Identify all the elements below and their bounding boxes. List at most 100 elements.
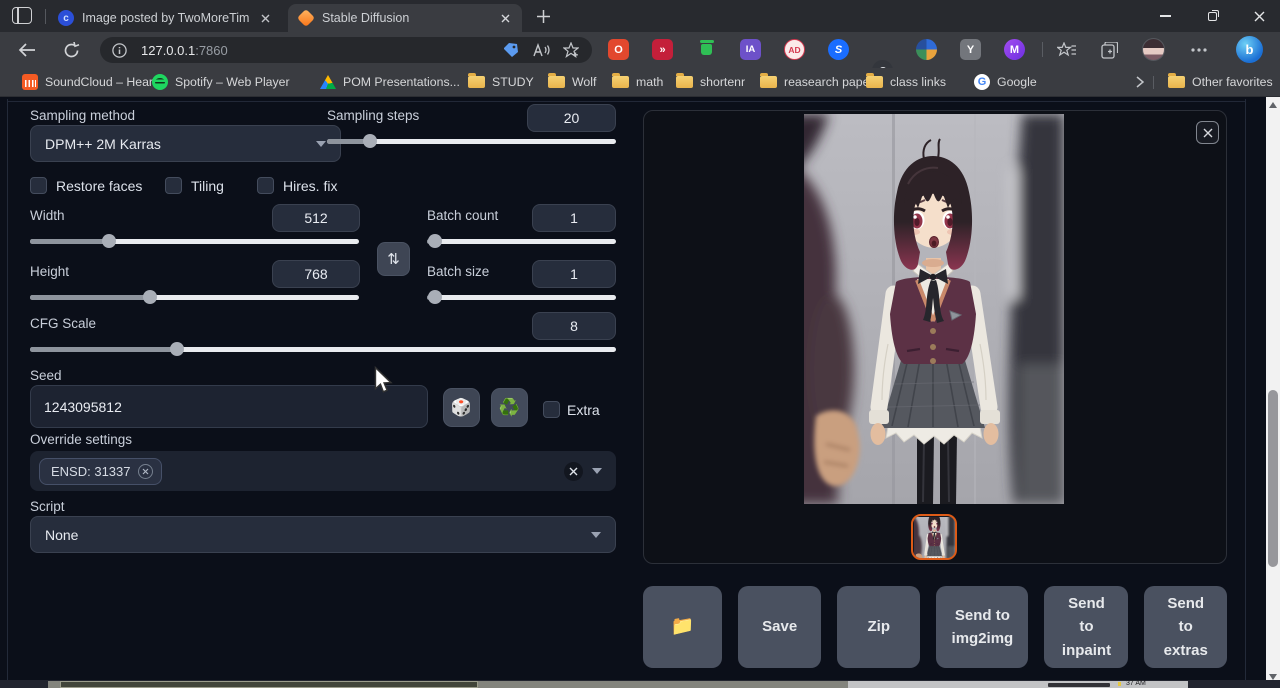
save-button[interactable]: Save — [738, 586, 821, 668]
tab-stable-diffusion[interactable]: Stable Diffusion — [288, 4, 522, 32]
bookmark-folder-shortenr[interactable]: shortenr — [676, 72, 745, 92]
bookmark-folder-study[interactable]: STUDY — [468, 72, 534, 92]
shopping-tag-icon[interactable] — [503, 42, 519, 58]
tab-close-icon[interactable] — [257, 9, 274, 27]
favorites-bar-button[interactable] — [1054, 40, 1078, 60]
window-restore-button[interactable] — [1195, 0, 1229, 32]
tiling-checkbox[interactable] — [165, 177, 182, 194]
scrollbar-thumb[interactable] — [1268, 390, 1278, 567]
window-close-button[interactable] — [1242, 0, 1276, 32]
extension-icon-2[interactable]: » — [652, 39, 673, 60]
close-icon — [1203, 128, 1213, 138]
shazam-extension-icon[interactable]: S — [828, 39, 849, 60]
script-dropdown[interactable]: None — [30, 516, 616, 553]
taskbar-indicator — [1118, 682, 1121, 686]
gallery-actions-row: 📁 Save Zip Send to img2img Send to inpai… — [643, 586, 1227, 668]
zip-button[interactable]: Zip — [837, 586, 920, 668]
extension-icon-10[interactable]: M — [1004, 39, 1025, 60]
profile-avatar[interactable] — [1142, 38, 1165, 61]
globe-extension-icon[interactable] — [916, 39, 937, 60]
gallery-thumbnail-selected[interactable] — [911, 514, 957, 560]
bookmark-label: reasearch paper — [784, 75, 874, 89]
extra-seed-checkbox[interactable] — [543, 401, 560, 418]
clear-all-icon[interactable] — [564, 462, 583, 481]
scrollbar-up-arrow[interactable] — [1269, 102, 1277, 108]
refresh-button[interactable] — [60, 39, 82, 61]
tab-actions-menu-button[interactable] — [12, 7, 32, 24]
spotify-icon — [152, 74, 168, 90]
batch-size-input[interactable]: 1 — [532, 260, 616, 288]
back-button[interactable] — [16, 40, 38, 60]
slider-knob[interactable] — [428, 290, 442, 304]
new-tab-button[interactable] — [533, 6, 553, 26]
taskbar-clock: 37 AM — [1126, 680, 1146, 687]
bookmark-label: Spotify – Web Player — [175, 75, 290, 89]
gallery-close-button[interactable] — [1196, 121, 1219, 144]
height-slider[interactable] — [30, 295, 359, 300]
bookmark-other-favorites[interactable]: Other favorites — [1168, 72, 1273, 92]
sampling-steps-input[interactable]: 20 — [527, 104, 616, 132]
copilot-button[interactable]: b — [1236, 36, 1263, 63]
seed-input[interactable]: 1243095812 — [30, 385, 428, 428]
sampling-steps-slider[interactable] — [327, 139, 616, 144]
address-bar[interactable]: 127.0.0.1:7860 — [100, 37, 592, 63]
bookmark-soundcloud[interactable]: SoundCloud – Hear... — [22, 72, 163, 92]
generated-image[interactable] — [804, 114, 1064, 504]
send-to-extras-button[interactable]: Send to extras — [1144, 586, 1227, 668]
url-host: 127.0.0.1 — [141, 43, 195, 58]
taskbar-app-segment — [60, 681, 478, 688]
tab-civitai[interactable]: c Image posted by TwoMoreTimes — [48, 4, 282, 32]
slider-knob[interactable] — [102, 234, 116, 248]
adblock-extension-icon[interactable]: AD — [784, 39, 805, 60]
tab-close-icon[interactable] — [496, 9, 514, 27]
extension-icon-9[interactable]: Y — [960, 39, 981, 60]
extension-icon-1[interactable]: O — [608, 39, 629, 60]
reuse-seed-button[interactable]: ♻️ — [491, 388, 528, 427]
folder-icon — [676, 76, 693, 88]
add-favorite-icon[interactable] — [563, 42, 579, 58]
batch-size-slider[interactable] — [427, 295, 616, 300]
cfg-scale-slider[interactable] — [30, 347, 616, 352]
url-port: :7860 — [195, 43, 228, 58]
bookmark-drive[interactable]: POM Presentations... — [320, 72, 460, 92]
site-info-icon[interactable] — [112, 43, 127, 58]
batch-count-input[interactable]: 1 — [532, 204, 616, 232]
bookmark-spotify[interactable]: Spotify – Web Player — [152, 72, 290, 92]
width-slider[interactable] — [30, 239, 359, 244]
send-to-img2img-button[interactable]: Send to img2img — [936, 586, 1028, 668]
chevron-down-icon[interactable] — [592, 468, 602, 474]
sampling-method-dropdown[interactable]: DPM++ 2M Karras — [30, 125, 341, 162]
bookmark-folder-math[interactable]: math — [612, 72, 663, 92]
slider-knob[interactable] — [170, 342, 184, 356]
bookmarks-separator — [1153, 76, 1154, 89]
cfg-scale-input[interactable]: 8 — [532, 312, 616, 340]
read-aloud-icon[interactable] — [533, 43, 550, 57]
slider-knob[interactable] — [428, 234, 442, 248]
bookmark-folder-wolf[interactable]: Wolf — [548, 72, 596, 92]
bookmark-folder-classlinks[interactable]: class links — [866, 72, 946, 92]
settings-more-button[interactable] — [1188, 42, 1210, 58]
override-token-chip[interactable]: ENSD: 31337 — [39, 458, 162, 485]
remove-token-icon[interactable] — [138, 464, 153, 479]
restore-faces-checkbox[interactable] — [30, 177, 47, 194]
bookmarks-overflow-chevron[interactable] — [1133, 75, 1147, 89]
bookmark-folder-research[interactable]: reasearch paper — [760, 72, 874, 92]
dice-icon: 🎲 — [451, 398, 472, 418]
width-input[interactable]: 512 — [272, 204, 360, 232]
send-to-inpaint-button[interactable]: Send to inpaint — [1044, 586, 1128, 668]
swap-width-height-button[interactable]: ⇅ — [377, 242, 410, 276]
override-settings-box[interactable]: ENSD: 31337 — [30, 451, 616, 491]
slider-knob[interactable] — [143, 290, 157, 304]
height-input[interactable]: 768 — [272, 260, 360, 288]
trash-extension-icon[interactable] — [696, 39, 717, 60]
hires-fix-checkbox[interactable] — [257, 177, 274, 194]
bookmark-google[interactable]: GGoogle — [974, 72, 1037, 92]
open-folder-button[interactable]: 📁 — [643, 586, 722, 668]
override-settings-label: Override settings — [30, 432, 132, 447]
batch-count-slider[interactable] — [427, 239, 616, 244]
window-minimize-button[interactable] — [1148, 0, 1182, 32]
extension-icon-4[interactable]: IA — [740, 39, 761, 60]
close-icon — [1254, 11, 1265, 22]
collections-button[interactable] — [1098, 39, 1120, 61]
random-seed-button[interactable]: 🎲 — [443, 388, 480, 427]
